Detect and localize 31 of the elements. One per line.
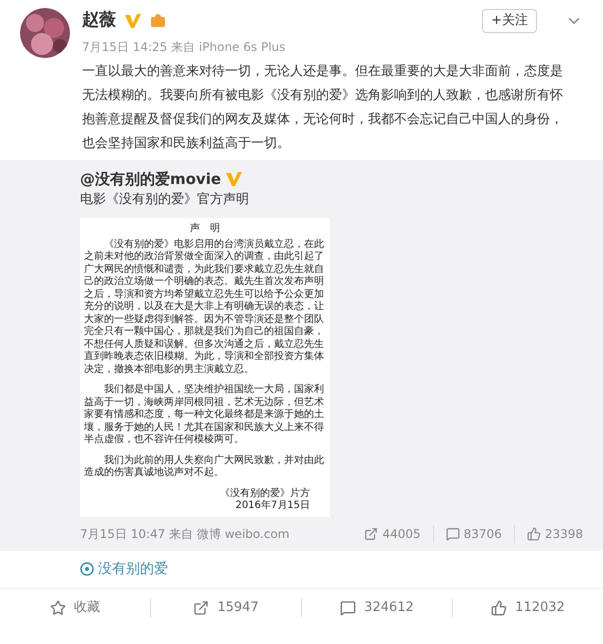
topic-link[interactable]: 没有别的爱 <box>80 558 168 580</box>
action-button[interactable]: 15947 <box>150 598 301 618</box>
document-title: 声 明 <box>189 222 221 234</box>
topic-icon <box>80 562 94 576</box>
document-signature: 《没有别的爱》片方 <box>220 488 311 500</box>
action-button[interactable]: 112032 <box>452 598 603 618</box>
share-icon <box>193 600 210 616</box>
thumbs-up-icon <box>491 600 508 616</box>
repost-count[interactable]: 44005 <box>352 524 434 542</box>
like-count[interactable]: 23398 <box>514 524 583 542</box>
comment-icon <box>446 526 460 540</box>
share-icon <box>364 526 378 540</box>
repost-author[interactable]: @没有别的爱movie <box>80 168 222 190</box>
action-button[interactable]: 收藏 <box>0 598 150 618</box>
post-text: 一直以最大的善意来对待一切，无论人还是事。但在最重要的大是大非面前，态度是无法模糊的。我要向所有被电影《没有别的爱》选角影响到的人致歉，也感谢所有怀抱善意提醒及督促我们的网友及媒体，无论何时，我都不会忘记自己中国人的身份，也会坚持国家和民族利益高于一切。 <box>82 62 564 152</box>
document-paragraph: 《没有别的爱》电影启用的台湾演员戴立忍，在此之前未对他的政治背景做全面深入的调查，由此引起了广大网民的愤慨和谴责，为此我们要求戴立忍先生就自己的政治立场做一个明确的表态。戴先生首次发布声明之后，导演和资方均希望戴立忍先生可以给予公众更加充分的说明，以及在大是大非上有明确无误的表态，让大家的一些疑虑得到解答。因为不管导演还是整个团队完全只有一颗中国心，那就是我们为自己的祖国自豪，不想任何人质疑和误解。但多次沟通之后，戴立忍先生直到昨晚表态依旧模糊。为此，导演和全部投资方集体决定，撤换本部电影的男主演戴立忍。 <box>84 238 325 376</box>
author-name[interactable]: 赵薇 <box>82 8 116 34</box>
repost-text: 电影《没有别的爱》官方声明 <box>80 191 250 209</box>
post-time: 7月15日 14:25 来自 iPhone 6s Plus <box>82 38 286 56</box>
comment-count[interactable]: 83706 <box>434 524 515 542</box>
document-paragraph: 我们都是中国人，坚决维护祖国统一大局，国家利益高于一切，海峡两岸同根同祖，艺术无边际，但艺术家要有情感和态度，每一种文化最终都是来源于她的土壤，服务于她的人民！尤其在国家和民族大义上来不得半点虚假，也不容许任何模棱两可。 <box>84 384 325 446</box>
repost-time: 7月15日 10:47 来自 微博 weibo.com <box>80 526 290 542</box>
star-icon <box>50 600 66 616</box>
comment-icon <box>340 600 356 616</box>
avatar[interactable] <box>20 8 70 58</box>
action-button[interactable]: 324612 <box>301 598 452 618</box>
badge-icon <box>150 13 166 28</box>
thumbs-up-icon <box>526 526 541 540</box>
follow-button[interactable]: +关注 <box>482 8 537 33</box>
document-paragraph: 我们为此前的用人失察向广大网民致歉，并对由此造成的伤害真诚地说声对不起。 <box>84 454 325 480</box>
document-signature: 2016年7月15日 <box>235 500 311 512</box>
